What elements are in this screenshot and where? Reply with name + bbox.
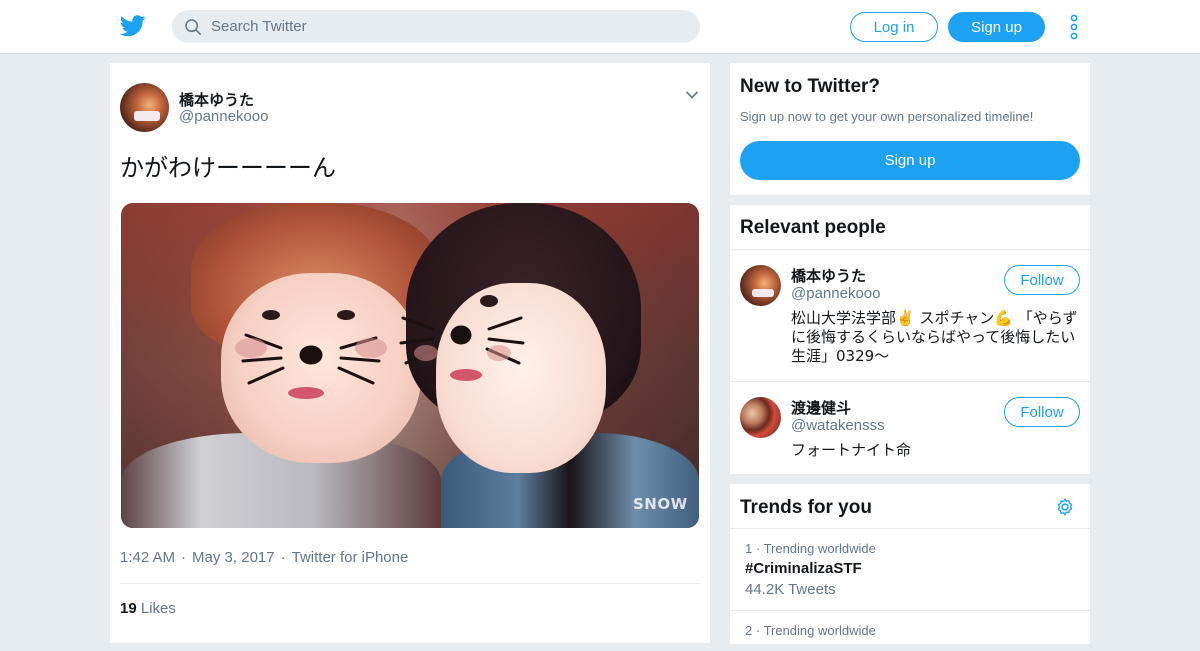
cat-whiskers-filter bbox=[235, 295, 525, 399]
author-name[interactable]: 橋本ゆうた bbox=[179, 89, 254, 110]
search-icon bbox=[185, 18, 201, 35]
tweet-source: Twitter for iPhone bbox=[291, 549, 409, 566]
divider bbox=[120, 583, 700, 584]
search-bar[interactable] bbox=[172, 10, 700, 43]
trend-item[interactable]: 1 · Trending worldwide #CriminalizaSTF 4… bbox=[730, 529, 1090, 610]
follow-button[interactable]: Follow bbox=[1004, 265, 1080, 295]
meta-separator: · bbox=[181, 549, 187, 566]
author-avatar[interactable] bbox=[120, 83, 169, 132]
likes-stat[interactable]: 19 Likes bbox=[120, 600, 176, 617]
twitter-bird-icon[interactable] bbox=[120, 14, 146, 38]
person-bio: フォートナイト命 bbox=[791, 441, 912, 459]
person-bio: 松山大学法学部✌️ スポチャン💪 「やらずに後悔するくらいならばやって後悔したい… bbox=[791, 309, 1078, 365]
gear-icon[interactable] bbox=[1055, 497, 1075, 517]
signup-button[interactable]: Sign up bbox=[948, 12, 1045, 42]
chevron-down-icon[interactable] bbox=[685, 90, 699, 100]
trend-rank: 2 bbox=[745, 623, 753, 638]
trend-context-label: Trending worldwide bbox=[763, 541, 876, 556]
person-item[interactable]: 橋本ゆうた @pannekooo Follow 松山大学法学部✌️ スポチャン💪… bbox=[730, 250, 1090, 381]
card-title: Relevant people bbox=[740, 217, 886, 238]
tweet-date[interactable]: May 3, 2017 bbox=[192, 549, 275, 566]
tweet-text: かがわけーーーーん bbox=[120, 154, 336, 182]
trends-card: Trends for you 1 · Trending worldwide #C… bbox=[730, 484, 1090, 644]
login-button[interactable]: Log in bbox=[850, 12, 938, 42]
tweet-meta: 1:42 AM · May 3, 2017 · Twitter for iPhone bbox=[120, 549, 408, 566]
person-name[interactable]: 橋本ゆうた bbox=[791, 265, 866, 286]
trend-count: 44.2K Tweets bbox=[745, 581, 836, 598]
likes-count: 19 bbox=[120, 600, 137, 617]
trend-context-label: Trending worldwide bbox=[763, 623, 876, 638]
search-input[interactable] bbox=[211, 18, 681, 35]
person-avatar[interactable] bbox=[740, 265, 781, 306]
person-handle[interactable]: @pannekooo bbox=[791, 285, 880, 302]
person-name[interactable]: 渡邊健斗 bbox=[791, 397, 851, 418]
tweet-photo[interactable]: SNOW bbox=[121, 203, 699, 528]
card-title: Trends for you bbox=[740, 497, 872, 518]
person-avatar[interactable] bbox=[740, 397, 781, 438]
signup-cta-button[interactable]: Sign up bbox=[740, 141, 1080, 180]
follow-button[interactable]: Follow bbox=[1004, 397, 1080, 427]
top-bar: Log in Sign up bbox=[0, 0, 1200, 54]
tweet-card: 橋本ゆうた @pannekooo かがわけーーーーん SNOW 1:42 AM … bbox=[110, 63, 710, 643]
tweet-time[interactable]: 1:42 AM bbox=[120, 549, 175, 566]
person-item[interactable]: 渡邊健斗 @watakensss Follow フォートナイト命 bbox=[730, 382, 1090, 474]
person-handle[interactable]: @watakensss bbox=[791, 417, 885, 434]
trend-name[interactable]: #CriminalizaSTF bbox=[745, 560, 862, 577]
trend-context: 1 · Trending worldwide bbox=[745, 541, 876, 556]
card-title: New to Twitter? bbox=[740, 76, 881, 97]
relevant-people-card: Relevant people 橋本ゆうた @pannekooo Follow … bbox=[730, 205, 1090, 474]
trend-item[interactable]: 2 · Trending worldwide bbox=[730, 611, 1090, 651]
likes-label: Likes bbox=[140, 600, 176, 617]
card-subtitle: Sign up now to get your own personalized… bbox=[740, 109, 1034, 124]
meta-separator: · bbox=[280, 549, 286, 566]
trend-rank: 1 bbox=[745, 541, 753, 556]
photo-watermark: SNOW bbox=[633, 495, 688, 513]
more-options-icon[interactable] bbox=[1068, 14, 1080, 40]
trend-context: 2 · Trending worldwide bbox=[745, 623, 876, 638]
author-handle[interactable]: @pannekooo bbox=[179, 108, 268, 125]
new-to-twitter-card: New to Twitter? Sign up now to get your … bbox=[730, 63, 1090, 195]
